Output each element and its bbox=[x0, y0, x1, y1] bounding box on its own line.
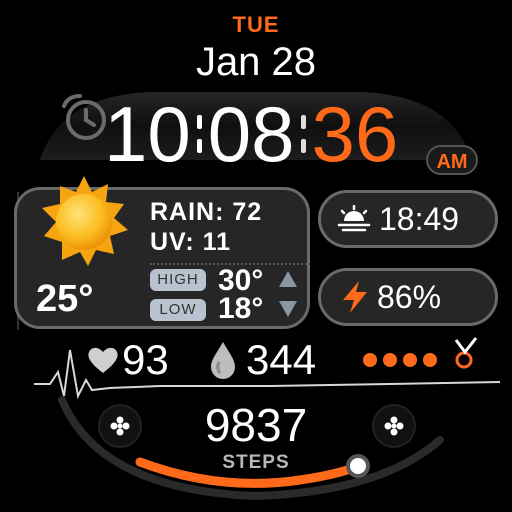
current-temperature: 25° bbox=[36, 278, 94, 320]
down-arrow-icon bbox=[279, 301, 297, 317]
time-second: 36 bbox=[311, 90, 399, 178]
rain-row: RAIN: 72 bbox=[150, 198, 262, 227]
time-separator bbox=[300, 111, 306, 157]
low-tag: LOW bbox=[150, 299, 206, 321]
date-label: Jan 28 bbox=[195, 40, 317, 84]
sunrise-icon bbox=[337, 205, 371, 232]
time-hour: 10 bbox=[104, 90, 191, 178]
time-separator bbox=[196, 111, 202, 157]
water-value: 344 bbox=[246, 336, 317, 383]
steps-progress-knob[interactable] bbox=[346, 454, 370, 478]
heart-rate-value: 93 bbox=[122, 336, 169, 383]
battery-complication[interactable]: 86% bbox=[318, 268, 498, 326]
heart-icon bbox=[88, 347, 118, 373]
up-arrow-icon bbox=[279, 271, 297, 287]
battery-percent: 86% bbox=[377, 278, 442, 315]
sunset-time: 18:49 bbox=[379, 200, 460, 237]
rain-label: RAIN: bbox=[150, 198, 225, 226]
sun-icon bbox=[42, 176, 128, 266]
alarm-icon[interactable] bbox=[58, 92, 110, 142]
lightning-icon bbox=[343, 281, 367, 313]
low-temperature: 18° bbox=[218, 292, 264, 325]
uv-row: UV: 11 bbox=[150, 228, 231, 257]
digital-time: 10 08 36 bbox=[104, 94, 398, 174]
steps-progress-fill bbox=[135, 457, 363, 488]
ampm-indicator: AM bbox=[426, 145, 478, 175]
uv-label: UV: bbox=[150, 228, 195, 256]
steps-progress-arc bbox=[58, 396, 444, 501]
rain-value: 72 bbox=[232, 198, 263, 226]
check-icon bbox=[454, 337, 478, 355]
day-of-week: TUE bbox=[232, 12, 280, 37]
drop-icon bbox=[211, 342, 235, 379]
sunrise-complication[interactable]: 18:49 bbox=[318, 190, 498, 248]
uv-value: 11 bbox=[202, 228, 232, 256]
time-minute: 08 bbox=[207, 90, 295, 178]
high-tag: HIGH bbox=[150, 269, 206, 291]
